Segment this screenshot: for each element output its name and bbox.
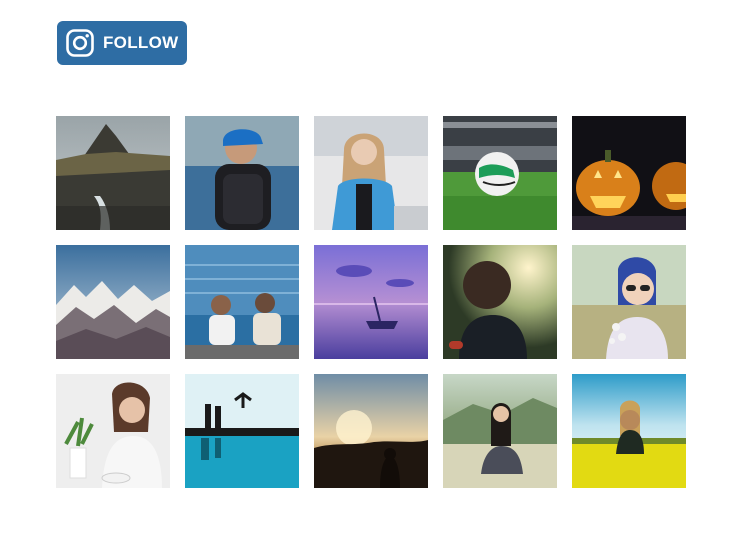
- photo-snowy-mountains[interactable]: [56, 245, 170, 359]
- instagram-icon: [66, 29, 94, 57]
- photo-boat-purple-lake[interactable]: [314, 245, 428, 359]
- photo-friends-by-sea[interactable]: [185, 245, 299, 359]
- instagram-feed-widget: FOLLOW: [0, 0, 740, 539]
- photo-curly-hair-sunlight[interactable]: [443, 245, 557, 359]
- photo-grid: [56, 116, 686, 488]
- photo-sunset-silhouette[interactable]: [314, 374, 428, 488]
- photo-mountain-river[interactable]: [56, 116, 170, 230]
- follow-label: FOLLOW: [103, 33, 179, 52]
- follow-button[interactable]: FOLLOW: [57, 21, 187, 65]
- photo-woman-coffee[interactable]: [56, 374, 170, 488]
- photo-woman-in-field[interactable]: [443, 374, 557, 488]
- photo-soccer-ball[interactable]: [443, 116, 557, 230]
- photo-hiker-backpack[interactable]: [185, 116, 299, 230]
- photo-girl-snow[interactable]: [314, 116, 428, 230]
- photo-jump-reflection[interactable]: [185, 374, 299, 488]
- photo-yellow-flower-field[interactable]: [572, 374, 686, 488]
- photo-halloween-pumpkins[interactable]: [572, 116, 686, 230]
- photo-woman-sunglasses-flowers[interactable]: [572, 245, 686, 359]
